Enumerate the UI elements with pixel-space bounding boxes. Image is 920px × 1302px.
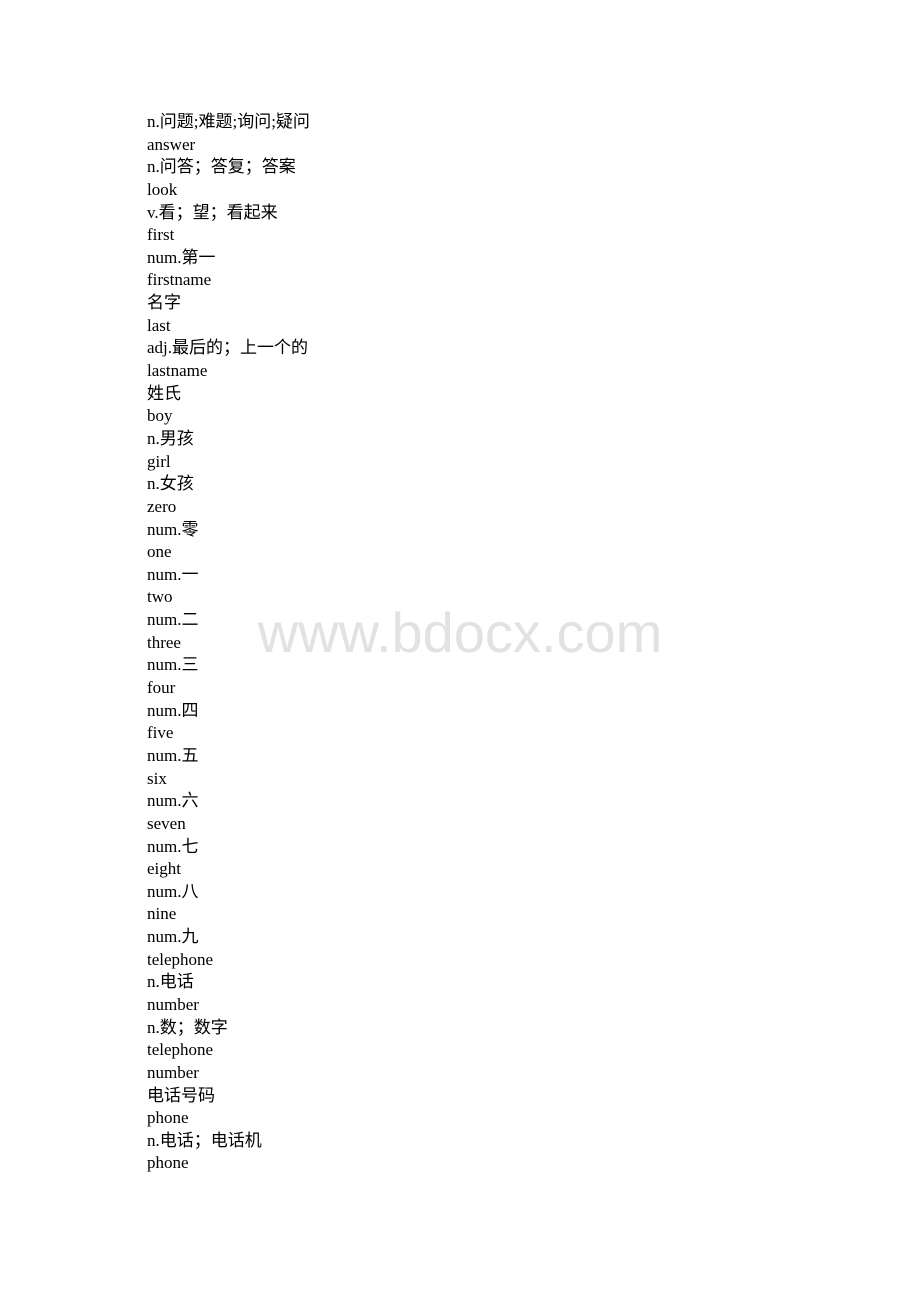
vocab-word: two [147,587,173,607]
vocab-definition: num.七 [147,836,199,856]
vocab-definition: n.男孩 [147,428,194,448]
vocab-word: three [147,632,181,652]
vocab-word: phone [147,1108,189,1128]
vocab-definition: num.六 [147,791,199,811]
vocab-definition: n.问题;难题;询问;疑问 [147,112,310,131]
vocab-word: telephone [147,1040,214,1060]
vocab-definition: n.女孩 [147,474,194,494]
vocab-definition: n.问答；答复；答案 [147,157,296,177]
vocab-word: look [147,179,178,199]
vocab-definition: n.数；数字 [147,1017,228,1037]
vocab-word: phone [147,1153,189,1173]
vocab-definition: n.电话 [147,972,194,992]
vocab-definition: n.电话；电话机 [147,1130,262,1150]
vocab-word: firstname [147,270,212,290]
vocab-word: first [147,225,175,245]
vocab-definition: 姓氏 [147,383,181,403]
vocab-definition: v.看；望；看起来 [147,202,278,222]
vocab-word: last [147,315,171,335]
vocab-definition: num.零 [147,519,199,539]
vocab-word: number [147,994,199,1014]
vocab-definition: adj.最后的；上一个的 [147,338,309,358]
vocabulary-list: n.问题;难题;询问;疑问 answer n.问答；答复；答案 look v.看；望；看… [147,111,787,1175]
vocab-word: nine [147,904,177,924]
vocab-word: lastname [147,361,208,381]
vocab-word: zero [147,496,177,516]
vocab-word: one [147,542,172,562]
vocab-definition: num.第一 [147,247,216,267]
vocab-word: telephone [147,949,214,969]
vocab-word: boy [147,406,173,426]
vocab-definition: num.八 [147,881,199,901]
vocab-definition: num.三 [147,655,199,675]
vocab-word: five [147,723,174,743]
vocab-word: four [147,678,176,698]
document-page: n.问题;难题;询问;疑问 answer n.问答；答复；答案 look v.看；望；看… [0,0,920,1302]
vocab-word: answer [147,134,196,154]
vocab-word: number [147,1062,199,1082]
vocab-word: six [147,768,167,788]
vocab-definition: num.一 [147,564,199,584]
vocab-definition: num.四 [147,700,199,720]
vocab-definition: num.二 [147,610,199,630]
vocab-definition: num.九 [147,927,199,947]
vocab-word: girl [147,451,171,471]
vocab-word: eight [147,859,181,879]
vocab-definition: 名字 [147,293,181,313]
vocab-word: seven [147,813,186,833]
vocab-definition: num.五 [147,745,199,765]
vocab-definition: 电话号码 [147,1085,215,1105]
